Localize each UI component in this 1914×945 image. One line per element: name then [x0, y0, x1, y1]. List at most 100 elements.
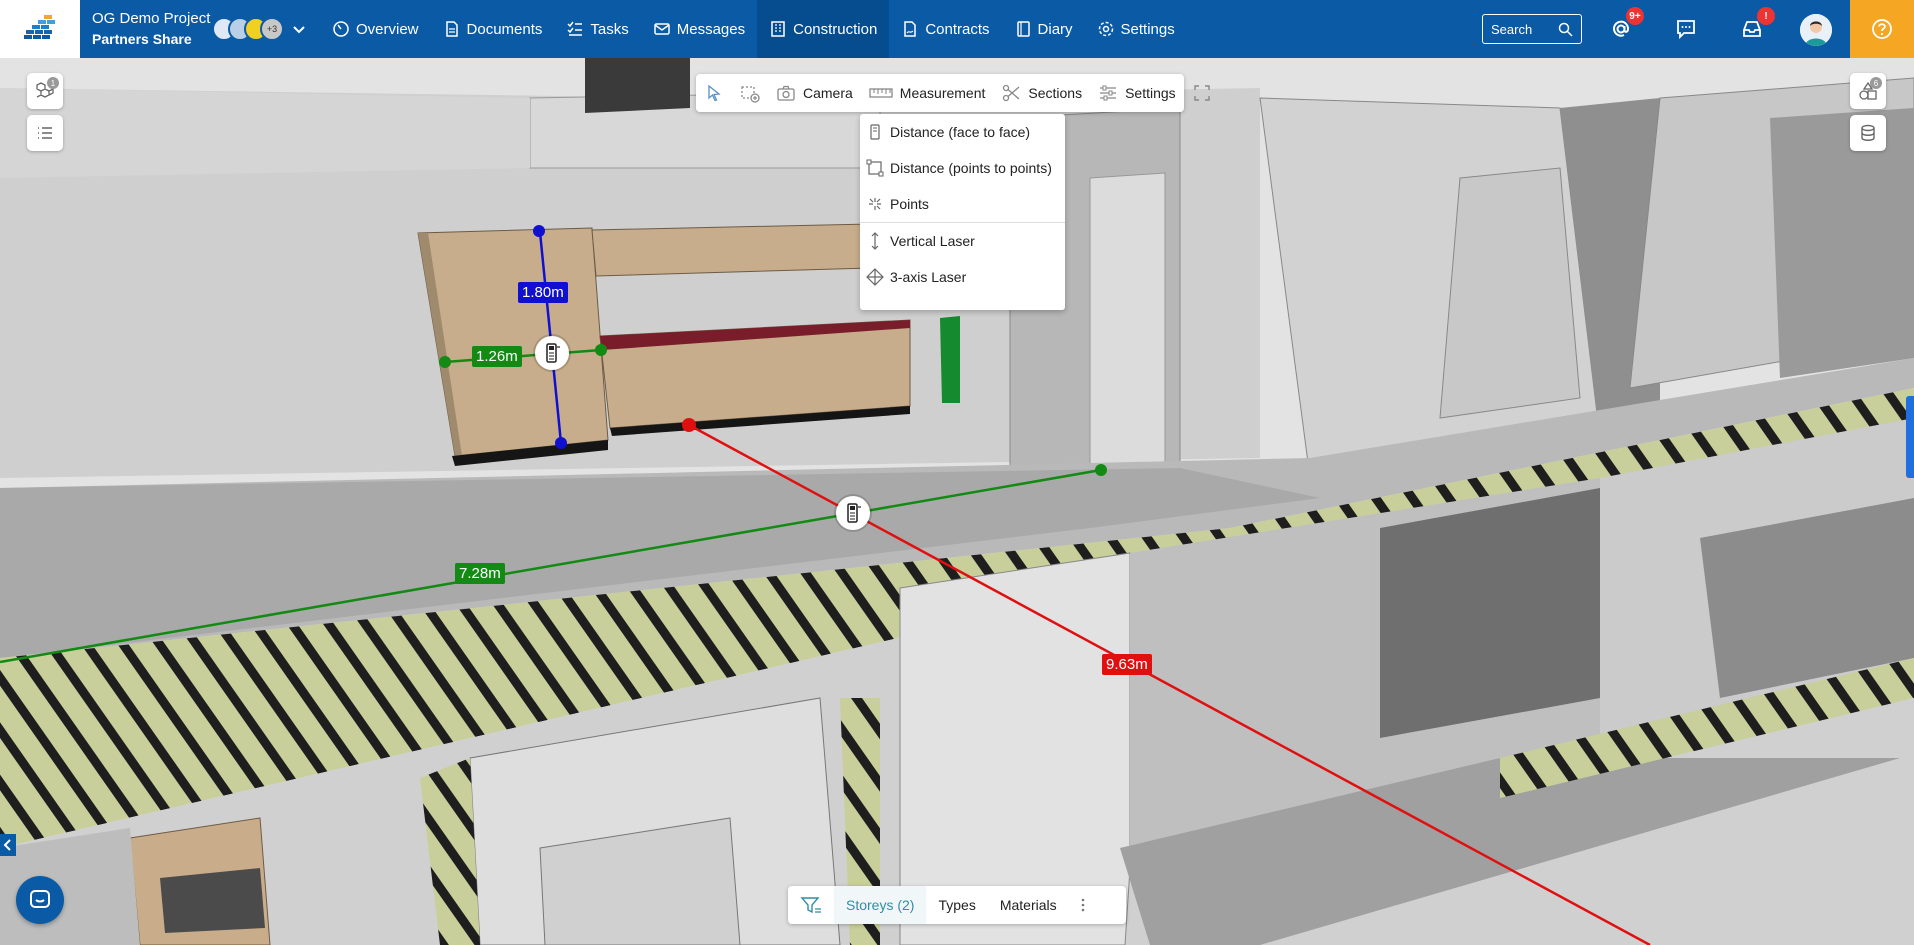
- nav-diary[interactable]: Diary: [1002, 0, 1085, 58]
- measurement-label: Measurement: [899, 85, 986, 101]
- camera-icon: [777, 85, 795, 101]
- more-options-button[interactable]: [1069, 886, 1097, 924]
- chevron-left-icon: [3, 839, 11, 851]
- right-panel-tab[interactable]: [1906, 396, 1914, 478]
- mentions-button[interactable]: 9+: [1606, 7, 1644, 44]
- filter-storeys[interactable]: Storeys (2): [834, 886, 927, 924]
- points-icon: [869, 198, 881, 210]
- search-label: Search: [1491, 21, 1533, 37]
- viewer-toolbar: Camera Measurement Sections Settings: [696, 74, 1210, 112]
- nav-label: Settings: [1120, 20, 1175, 38]
- layers-count-badge: 6: [1870, 77, 1882, 89]
- sliders-icon: [1100, 85, 1117, 101]
- chevron-down-icon[interactable]: [290, 20, 308, 38]
- nav-contracts[interactable]: Contracts: [889, 0, 1001, 58]
- nav-construction[interactable]: Construction: [757, 0, 890, 58]
- envelope-icon: [653, 23, 670, 35]
- search-button[interactable]: Search: [1482, 14, 1582, 44]
- nav-messages[interactable]: Messages: [641, 0, 757, 58]
- nav-documents[interactable]: Documents: [431, 0, 555, 58]
- document-icon: [445, 21, 458, 37]
- bim-3d-viewer[interactable]: 1.80m 1.26m 7.28m 9.63m 1 6 Camera Measu…: [0, 58, 1914, 945]
- filter-icon: [800, 897, 821, 914]
- contract-icon: [904, 21, 917, 37]
- nav-label: Messages: [676, 20, 746, 38]
- gauge-icon: [333, 21, 349, 37]
- support-chat-button[interactable]: [16, 876, 64, 924]
- project-selector[interactable]: OG Demo Project Partners Share: [92, 9, 210, 49]
- vertical-laser-icon: [871, 232, 879, 250]
- bricks-logo-icon: [24, 15, 55, 39]
- menu-item-label: Vertical Laser: [890, 233, 975, 249]
- list-icon: [38, 127, 52, 139]
- top-navigation-bar: OG Demo Project Partners Share +3 Overvi…: [0, 0, 1914, 58]
- app-logo[interactable]: [0, 0, 80, 58]
- list-view-button[interactable]: [27, 115, 63, 151]
- measure-device-handle[interactable]: [535, 336, 569, 370]
- nav-label: Diary: [1037, 20, 1073, 38]
- menu-item-points[interactable]: Points: [860, 186, 1065, 222]
- measure-label-blue[interactable]: 1.80m: [518, 282, 568, 303]
- cursor-icon: [708, 84, 721, 102]
- camera-button[interactable]: Camera: [768, 74, 861, 112]
- measure-label-green-small[interactable]: 1.26m: [472, 346, 522, 367]
- nav-label: Contracts: [925, 20, 990, 38]
- filter-button[interactable]: [788, 886, 834, 924]
- project-members[interactable]: +3: [212, 17, 284, 41]
- camera-label: Camera: [803, 85, 853, 101]
- user-avatar[interactable]: [1800, 14, 1832, 46]
- mentions-badge: 9+: [1626, 7, 1644, 25]
- nav-label: Overview: [356, 20, 419, 38]
- model-tree-button[interactable]: 1: [27, 73, 63, 109]
- menu-item-label: 3-axis Laser: [890, 269, 967, 285]
- filter-bar: Storeys (2) Types Materials: [788, 886, 1126, 924]
- chat-button[interactable]: [1671, 14, 1701, 44]
- measure-label-green-long[interactable]: 7.28m: [455, 563, 505, 584]
- filter-types[interactable]: Types: [926, 886, 987, 924]
- layers-button[interactable]: 6: [1850, 73, 1886, 109]
- search-icon: [1558, 22, 1573, 37]
- fullscreen-icon: [1193, 85, 1210, 101]
- chat-support-icon: [30, 890, 50, 908]
- viewer-settings-button[interactable]: Settings: [1090, 74, 1184, 112]
- help-button[interactable]: [1850, 0, 1914, 58]
- more-vertical-icon: [1081, 898, 1084, 912]
- ruler-icon: [869, 88, 893, 98]
- select-tool-button[interactable]: [696, 74, 732, 112]
- database-button[interactable]: [1850, 115, 1886, 151]
- measure-label-red[interactable]: 9.63m: [1102, 654, 1152, 675]
- database-icon: [1861, 124, 1875, 141]
- chat-icon: [1677, 20, 1695, 40]
- inbox-button[interactable]: !: [1737, 7, 1775, 44]
- left-panel-toggle[interactable]: [0, 834, 16, 856]
- nav-overview[interactable]: Overview: [320, 0, 431, 58]
- three-axis-laser-icon: [866, 268, 884, 286]
- laser-meter-icon: [546, 343, 560, 363]
- area-add-icon: [741, 86, 760, 103]
- models-count-badge: 1: [47, 77, 59, 89]
- nav-settings[interactable]: Settings: [1085, 0, 1187, 58]
- book-icon: [1016, 21, 1030, 37]
- face-distance-icon: [870, 124, 880, 140]
- menu-item-distance-points[interactable]: Distance (points to points): [860, 150, 1065, 186]
- avatar-more-count: +3: [260, 17, 284, 41]
- menu-item-label: Points: [890, 196, 929, 212]
- measurement-menu: Distance (face to face) Distance (points…: [860, 114, 1065, 310]
- sections-button[interactable]: Sections: [993, 74, 1090, 112]
- filter-materials[interactable]: Materials: [988, 886, 1069, 924]
- nav-tasks[interactable]: Tasks: [554, 0, 640, 58]
- measurement-button[interactable]: Measurement: [861, 74, 994, 112]
- measure-device-handle[interactable]: [836, 496, 870, 530]
- building-icon: [771, 21, 785, 37]
- nav-label: Documents: [466, 20, 543, 38]
- menu-item-three-axis-laser[interactable]: 3-axis Laser: [860, 259, 1065, 295]
- add-area-button[interactable]: [732, 74, 768, 112]
- viewer-settings-label: Settings: [1125, 85, 1176, 101]
- menu-item-vertical-laser[interactable]: Vertical Laser: [860, 223, 1065, 259]
- menu-item-distance-face[interactable]: Distance (face to face): [860, 114, 1065, 150]
- help-icon: [1872, 19, 1892, 39]
- nav-label: Construction: [793, 20, 878, 38]
- menu-item-label: Distance (points to points): [890, 160, 1052, 176]
- main-nav: Overview Documents Tasks Messages Constr…: [320, 0, 1187, 58]
- fullscreen-button[interactable]: [1184, 74, 1220, 112]
